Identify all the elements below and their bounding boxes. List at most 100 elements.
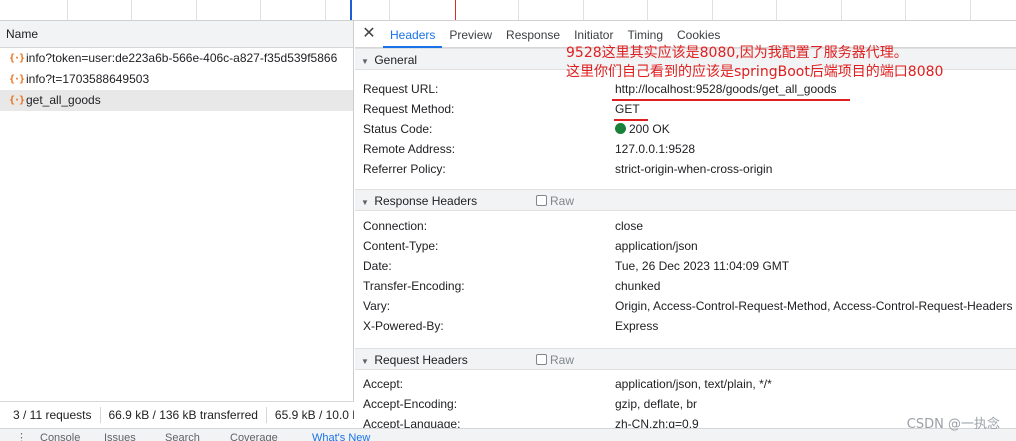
header-value: gzip, deflate, br <box>615 397 698 411</box>
header-value: strict-origin-when-cross-origin <box>615 162 773 176</box>
timeline-gridline <box>518 0 519 20</box>
json-icon: {·} <box>9 53 25 64</box>
raw-checkbox[interactable]: Raw <box>536 349 574 371</box>
raw-checkbox[interactable]: Raw <box>536 190 574 212</box>
annotation-underline-url <box>612 99 850 101</box>
timeline-gridline <box>776 0 777 20</box>
annotation-line-1: 9528这里其实应该是8080,因为我配置了服务器代理。 <box>566 45 908 61</box>
json-icon: {·} <box>9 95 25 106</box>
header-key: Accept-Encoding: <box>363 397 458 411</box>
drawer-tab-whats-new[interactable]: What's New <box>312 429 370 441</box>
timeline-gridline <box>196 0 197 20</box>
header-key: Vary: <box>363 299 391 313</box>
header-key: Status Code: <box>363 122 433 136</box>
header-key: Request URL: <box>363 82 439 96</box>
section-title: Request Headers <box>374 353 468 367</box>
header-value: 127.0.0.1:9528 <box>615 142 696 156</box>
tab-headers[interactable]: Headers <box>383 21 443 48</box>
header-value: GET <box>615 102 640 116</box>
tab-response[interactable]: Response <box>499 21 567 47</box>
request-row-selected[interactable]: {·} get_all_goods <box>0 90 353 111</box>
timeline-gridline <box>67 0 68 20</box>
header-value-status: 200 OK <box>615 119 670 139</box>
tab-preview[interactable]: Preview <box>442 21 499 47</box>
header-value: application/json <box>615 239 698 253</box>
general-row: Remote Address: 127.0.0.1:9528 <box>355 139 1016 159</box>
response-header-row: Vary: Origin, Access-Control-Request-Met… <box>355 296 1016 316</box>
raw-label: Raw <box>550 353 575 367</box>
resources-size: 65.9 kB / 10.0 MB <box>274 408 354 422</box>
status-ok-icon <box>615 123 626 134</box>
response-header-row: Connection: close <box>355 216 1016 236</box>
section-title: General <box>374 53 418 67</box>
header-key: Accept: <box>363 377 404 391</box>
request-name: info?t=1703588649503 <box>26 72 150 86</box>
header-value: Tue, 26 Dec 2023 11:04:09 GMT <box>615 259 790 273</box>
close-icon[interactable]: ✕ <box>355 21 383 47</box>
general-row: Status Code: 200 OK <box>355 119 1016 139</box>
section-title: Response Headers <box>374 194 478 208</box>
timeline-gridline <box>131 0 132 20</box>
request-name: get_all_goods <box>26 93 101 107</box>
header-key: Referrer Policy: <box>363 162 446 176</box>
header-value: chunked <box>615 279 661 293</box>
drawer-tab-issues[interactable]: Issues <box>104 429 136 441</box>
request-headers-section-header[interactable]: ▼ Request Headers Raw <box>355 348 1016 370</box>
request-list-pane: Name {·} info?token=user:de223a6b-566e-4… <box>0 21 354 441</box>
drawer-tab-console[interactable]: Console <box>40 429 80 441</box>
name-column-header[interactable]: Name <box>0 21 353 48</box>
header-value: Origin, Access-Control-Request-Method, A… <box>615 299 1013 313</box>
status-code-text: 200 OK <box>629 122 670 136</box>
timeline-gridline <box>905 0 906 20</box>
checkbox-icon <box>536 354 547 365</box>
timeline-domcontentloaded-marker <box>350 0 352 20</box>
general-row: Referrer Policy: strict-origin-when-cros… <box>355 159 1016 179</box>
header-key: X-Powered-By: <box>363 319 444 333</box>
network-summary-bar: 3 / 11 requests 66.9 kB / 136 kB transfe… <box>0 401 354 428</box>
request-header-row: Accept: application/json, text/plain, */… <box>355 374 1016 394</box>
timeline-gridline <box>712 0 713 20</box>
response-header-row: Transfer-Encoding: chunked <box>355 276 1016 296</box>
timeline-gridline <box>583 0 584 20</box>
timeline-gridline <box>841 0 842 20</box>
header-value: http://localhost:9528/goods/get_all_good… <box>615 82 837 96</box>
header-key: Connection: <box>363 219 428 233</box>
timeline-gridline <box>389 0 390 20</box>
drawer-tab-coverage[interactable]: Coverage <box>230 429 278 441</box>
request-count: 3 / 11 requests <box>0 407 101 423</box>
timeline-gridline <box>970 0 971 20</box>
expand-triangle-icon: ▼ <box>361 57 369 66</box>
response-header-row: Content-Type: application/json <box>355 236 1016 256</box>
response-headers-section-header[interactable]: ▼ Response Headers Raw <box>355 189 1016 211</box>
timeline-load-marker <box>455 0 456 20</box>
general-row: Request Method: GET <box>355 99 1016 119</box>
transferred-size: 66.9 kB / 136 kB transferred <box>101 407 267 423</box>
header-value: close <box>615 219 644 233</box>
checkbox-icon <box>536 195 547 206</box>
timeline-gridline <box>647 0 648 20</box>
raw-label: Raw <box>550 194 575 208</box>
header-key: Date: <box>363 259 392 273</box>
general-row: Request URL: http://localhost:9528/goods… <box>355 79 1016 99</box>
header-key: Content-Type: <box>363 239 439 253</box>
annotation-line-2: 这里你们自己看到的应该是springBoot后端项目的端口8080 <box>566 64 944 80</box>
response-header-row: Date: Tue, 26 Dec 2023 11:04:09 GMT <box>355 256 1016 276</box>
header-key: Request Method: <box>363 102 455 116</box>
request-header-row: Accept-Encoding: gzip, deflate, br <box>355 394 1016 414</box>
drawer-tab-bar: ⋮ Console Issues Search Coverage What's … <box>0 428 1016 441</box>
drawer-tab-search[interactable]: Search <box>165 429 200 441</box>
annotation-underline-method <box>614 119 648 121</box>
json-icon: {·} <box>9 74 25 85</box>
header-value: application/json, text/plain, */* <box>615 377 772 391</box>
request-row[interactable]: {·} info?token=user:de223a6b-566e-406c-a… <box>0 48 353 69</box>
header-key: Transfer-Encoding: <box>363 279 465 293</box>
request-row[interactable]: {·} info?t=1703588649503 <box>0 69 353 90</box>
request-details-pane: ✕ Headers Preview Response Initiator Tim… <box>355 21 1016 441</box>
header-key: Remote Address: <box>363 142 456 156</box>
expand-triangle-icon: ▼ <box>361 198 369 207</box>
expand-triangle-icon: ▼ <box>361 357 369 366</box>
csdn-watermark: CSDN @一执念 <box>906 417 1000 432</box>
network-timeline-overview[interactable] <box>0 0 1016 21</box>
timeline-gridline <box>325 0 326 20</box>
more-icon[interactable]: ⋮ <box>16 429 27 441</box>
